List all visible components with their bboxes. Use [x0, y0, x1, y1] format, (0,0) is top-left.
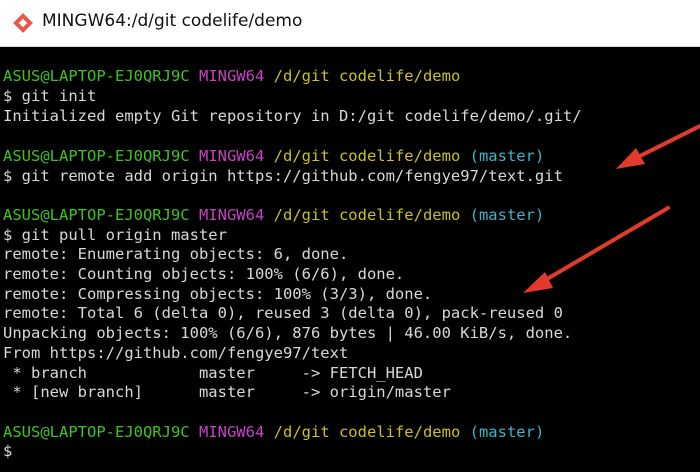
- output-line: * [new branch] master -> origin/master: [3, 383, 451, 401]
- prompt-user-host: ASUS@LAPTOP-EJ0QRJ9C: [3, 206, 190, 224]
- output-line: From https://github.com/fengye97/text: [3, 344, 349, 362]
- output-line: remote: Compressing objects: 100% (3/3),…: [3, 285, 433, 303]
- prompt-path: /d/git codelife/demo: [273, 423, 461, 441]
- output-line: Unpacking objects: 100% (6/6), 876 bytes…: [3, 324, 573, 342]
- prompt-line: ASUS@LAPTOP-EJ0QRJ9C MINGW64 /d/git code…: [3, 422, 544, 442]
- input-line[interactable]: $: [3, 441, 12, 461]
- output-line: remote: Total 6 (delta 0), reused 3 (del…: [3, 304, 563, 322]
- prompt-system: MINGW64: [198, 67, 265, 85]
- prompt-user-host: ASUS@LAPTOP-EJ0QRJ9C: [3, 147, 190, 165]
- git-bash-icon: [13, 13, 33, 33]
- terminal-window: MINGW64:/d/git codelife/demo ASUS@LAPTOP…: [0, 0, 700, 472]
- command-line: $ git remote add origin https://github.c…: [3, 167, 563, 185]
- output-line: Initialized empty Git repository in D:/g…: [3, 107, 582, 125]
- prompt-path: /d/git codelife/demo: [273, 147, 461, 165]
- prompt-system: MINGW64: [198, 423, 265, 441]
- title-bar: MINGW64:/d/git codelife/demo: [0, 0, 700, 47]
- prompt-line: ASUS@LAPTOP-EJ0QRJ9C MINGW64 /d/git code…: [3, 146, 544, 166]
- prompt-line: ASUS@LAPTOP-EJ0QRJ9C MINGW64 /d/git code…: [3, 205, 544, 225]
- prompt-system: MINGW64: [198, 147, 265, 165]
- prompt-line: ASUS@LAPTOP-EJ0QRJ9C MINGW64 /d/git code…: [3, 66, 460, 86]
- prompt-path: /d/git codelife/demo: [273, 67, 461, 85]
- window-title: MINGW64:/d/git codelife/demo: [42, 11, 303, 31]
- command-line: $ git init: [3, 87, 97, 105]
- prompt-system: MINGW64: [198, 206, 265, 224]
- prompt-user-host: ASUS@LAPTOP-EJ0QRJ9C: [3, 423, 190, 441]
- prompt-path: /d/git codelife/demo: [273, 206, 461, 224]
- prompt-char: $: [3, 442, 13, 460]
- output-line: remote: Enumerating objects: 6, done.: [3, 245, 349, 263]
- command-line: $ git pull origin master: [3, 226, 227, 244]
- terminal-output[interactable]: ASUS@LAPTOP-EJ0QRJ9C MINGW64 /d/git code…: [0, 47, 700, 472]
- prompt-branch: (master): [469, 423, 545, 441]
- prompt-branch: (master): [469, 147, 545, 165]
- output-line: remote: Counting objects: 100% (6/6), do…: [3, 265, 405, 283]
- output-line: * branch master -> FETCH_HEAD: [3, 364, 423, 382]
- prompt-user-host: ASUS@LAPTOP-EJ0QRJ9C: [3, 67, 190, 85]
- prompt-branch: (master): [469, 206, 545, 224]
